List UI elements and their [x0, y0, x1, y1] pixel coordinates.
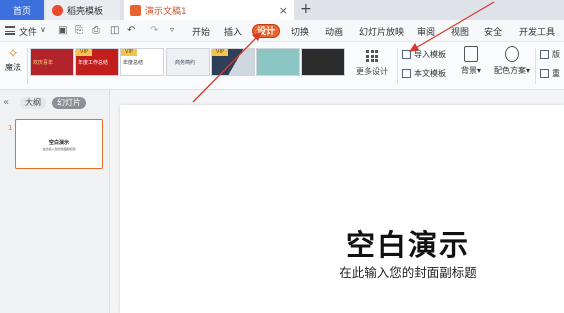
- redo-icon[interactable]: ↷: [150, 25, 158, 36]
- tab-templates[interactable]: 稻壳模板: [46, 0, 120, 20]
- menu-design[interactable]: 设计: [252, 24, 280, 38]
- template-label: 商务简约: [175, 60, 196, 66]
- slide-panel: « 大纲 幻灯片 1 空白演示 在此输入您的封面副标题: [0, 90, 110, 313]
- design-ribbon: ✧ 魔法 欢庆喜年 VIP 年度工作总结 VIP 年度总结 商务简约 VIP 更…: [0, 42, 564, 90]
- slide-title[interactable]: 空白演示: [120, 222, 564, 264]
- import-icon: [402, 50, 411, 59]
- thumbnail-title: 空白演示: [48, 140, 69, 146]
- tab-document[interactable]: 演示文稿1 ×: [124, 0, 294, 20]
- new-tab-button[interactable]: +: [300, 1, 312, 17]
- menu-animation[interactable]: 动画: [325, 25, 343, 38]
- tab-document-label: 演示文稿1: [145, 6, 187, 17]
- slide-size-button[interactable]: 版: [540, 49, 560, 60]
- menu-view[interactable]: 视图: [451, 25, 469, 38]
- menu-start[interactable]: 开始: [192, 25, 210, 38]
- preview-icon[interactable]: ◫: [110, 25, 119, 36]
- layout-icon: [540, 50, 549, 59]
- slide-canvas[interactable]: [120, 105, 564, 313]
- tab-templates-label: 稻壳模板: [67, 6, 104, 17]
- undo-icon[interactable]: ↶: [127, 25, 135, 36]
- menu-icon[interactable]: [5, 26, 15, 35]
- menu-review[interactable]: 审阅: [417, 25, 435, 38]
- menu-file[interactable]: 文件: [19, 25, 37, 38]
- template-thumbnail[interactable]: 欢庆喜年: [30, 48, 74, 76]
- save-icon[interactable]: ▣: [58, 25, 67, 36]
- customize-icon[interactable]: ▿: [170, 25, 174, 34]
- import-template-label: 导入模板: [414, 50, 446, 59]
- template-label: 欢庆喜年: [33, 60, 54, 66]
- magic-button[interactable]: ✧ 魔法: [2, 46, 24, 73]
- vip-badge: VIP: [121, 49, 137, 56]
- color-scheme-label: 配色方案: [493, 66, 526, 75]
- vip-badge: VIP: [76, 49, 92, 56]
- reset-icon: [540, 69, 549, 78]
- magic-wand-icon: ✧: [7, 46, 19, 62]
- chevron-down-icon: ▾: [525, 66, 530, 75]
- export-icon[interactable]: ⎘: [75, 25, 83, 36]
- tab-home-label: 首页: [12, 6, 31, 17]
- grid-icon: [366, 50, 378, 62]
- template-thumbnail[interactable]: 商务简约: [166, 48, 210, 76]
- template-label: 年度总结: [123, 60, 144, 66]
- menu-insert[interactable]: 插入: [224, 25, 242, 38]
- chevron-down-icon: ▾: [476, 66, 481, 75]
- presentation-icon: [130, 4, 141, 16]
- template-thumbnail[interactable]: [256, 48, 300, 76]
- slide-number: 1: [8, 124, 13, 132]
- template-icon: [402, 69, 411, 78]
- thumbnail-subtitle: 在此输入您的封面副标题: [42, 147, 76, 151]
- more-design-button[interactable]: 更多设计: [348, 50, 396, 77]
- tab-bar: 首页 稻壳模板 演示文稿1 × +: [0, 0, 564, 20]
- slide-thumbnail[interactable]: 空白演示 在此输入您的封面副标题: [15, 119, 103, 169]
- close-icon[interactable]: ×: [279, 4, 288, 17]
- background-button[interactable]: 背景▾: [452, 46, 490, 76]
- magic-label: 魔法: [5, 63, 21, 72]
- template-thumbnail[interactable]: [301, 48, 345, 76]
- palette-icon: [505, 46, 519, 62]
- menu-security[interactable]: 安全: [484, 25, 502, 38]
- chevron-down-icon[interactable]: ∨: [40, 25, 46, 34]
- divider: [535, 48, 536, 84]
- text-template-button[interactable]: 本文模板: [402, 68, 446, 79]
- template-thumbnail[interactable]: VIP 年度总结: [120, 48, 164, 76]
- tab-home[interactable]: 首页: [0, 0, 44, 20]
- divider: [27, 48, 28, 84]
- tab-slides[interactable]: 幻灯片: [52, 97, 86, 109]
- color-scheme-button[interactable]: 配色方案▾: [488, 46, 536, 76]
- vip-badge: VIP: [212, 49, 228, 56]
- template-label: 年度工作总结: [78, 60, 109, 66]
- background-icon: [464, 46, 478, 62]
- menu-devtools[interactable]: 开发工具: [519, 25, 555, 38]
- right-bottom-label: 重: [552, 69, 560, 78]
- docer-icon: [52, 4, 63, 16]
- slide-subtitle[interactable]: 在此输入您的封面副标题: [120, 262, 564, 281]
- template-thumbnail[interactable]: VIP 年度工作总结: [75, 48, 119, 76]
- more-design-label: 更多设计: [356, 67, 388, 76]
- menu-bar: 文件 ∨ ▣ ⎘ ⎙ ◫ ↶ ↷ ▿ 开始 插入 设计 切换 动画 幻灯片放映 …: [0, 20, 564, 42]
- collapse-icon[interactable]: «: [3, 97, 9, 108]
- tab-outline[interactable]: 大纲: [20, 97, 46, 109]
- background-label: 背景: [460, 66, 477, 75]
- print-icon[interactable]: ⎙: [92, 25, 100, 36]
- template-thumbnail[interactable]: VIP: [211, 48, 255, 76]
- menu-transition[interactable]: 切换: [291, 25, 309, 38]
- divider: [397, 48, 398, 84]
- right-top-label: 版: [552, 50, 560, 59]
- menu-slideshow[interactable]: 幻灯片放映: [359, 25, 404, 38]
- import-template-button[interactable]: 导入模板: [402, 49, 446, 60]
- reset-button[interactable]: 重: [540, 68, 560, 79]
- text-template-label: 本文模板: [414, 69, 446, 78]
